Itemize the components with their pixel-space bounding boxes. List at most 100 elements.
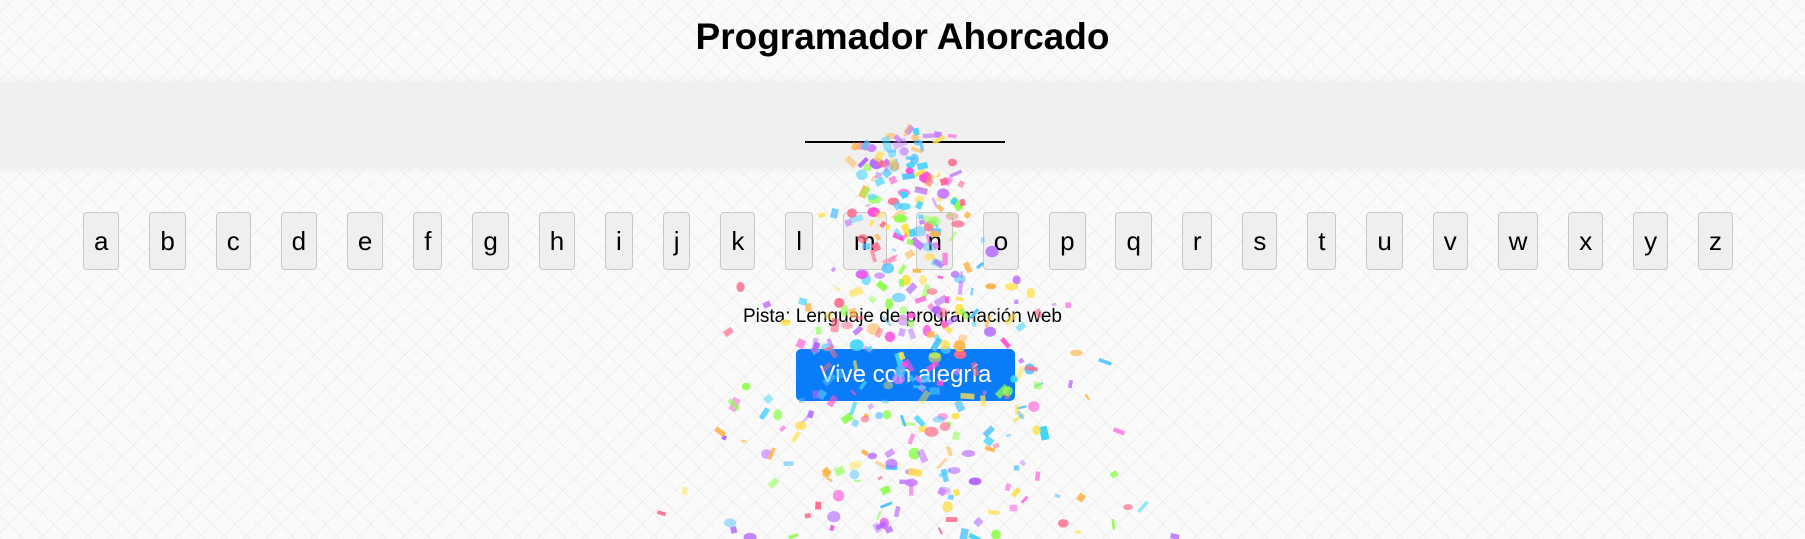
confetti-piece xyxy=(1076,492,1087,503)
confetti-piece xyxy=(937,527,943,535)
confetti-piece xyxy=(952,431,960,441)
confetti-piece xyxy=(912,168,926,179)
confetti-piece xyxy=(1170,533,1180,539)
confetti-piece xyxy=(804,512,812,519)
letter-key-y[interactable]: y xyxy=(1633,212,1669,270)
letter-key-t[interactable]: t xyxy=(1307,212,1337,270)
confetti-piece xyxy=(880,485,892,496)
play-again-button[interactable]: Vive con alegría xyxy=(796,349,1015,401)
confetti-piece xyxy=(952,488,961,497)
confetti-piece xyxy=(926,288,938,295)
confetti-piece xyxy=(1000,337,1012,349)
letter-key-c[interactable]: c xyxy=(215,212,251,270)
confetti-piece xyxy=(1004,483,1012,492)
confetti-piece xyxy=(656,510,667,517)
letter-key-q[interactable]: q xyxy=(1115,212,1152,270)
confetti-piece xyxy=(893,506,901,518)
letter-key-z[interactable]: z xyxy=(1697,212,1733,270)
confetti-piece xyxy=(992,442,1000,449)
confetti-piece xyxy=(950,196,964,212)
confetti-piece xyxy=(884,331,896,343)
confetti-piece xyxy=(885,464,898,471)
confetti-piece xyxy=(826,476,833,483)
letter-key-f[interactable]: f xyxy=(413,212,443,270)
confetti-piece xyxy=(913,414,926,428)
confetti-piece xyxy=(891,292,906,303)
letter-key-j[interactable]: j xyxy=(662,212,691,270)
confetti-piece xyxy=(876,511,882,521)
letter-key-s[interactable]: s xyxy=(1242,212,1278,270)
confetti-piece xyxy=(851,418,860,428)
letter-key-d[interactable]: d xyxy=(280,212,318,270)
confetti-piece xyxy=(870,175,877,182)
letter-key-m[interactable]: m xyxy=(842,212,887,270)
letter-key-i[interactable]: i xyxy=(605,212,633,270)
confetti-piece xyxy=(1032,425,1041,436)
letter-key-b[interactable]: b xyxy=(149,212,186,270)
confetti-piece xyxy=(936,172,941,179)
confetti-piece xyxy=(924,426,939,437)
letter-key-k[interactable]: k xyxy=(720,212,756,270)
letter-key-r[interactable]: r xyxy=(1181,212,1213,270)
word-display-band xyxy=(0,82,1805,168)
confetti-piece xyxy=(905,282,918,295)
confetti-piece xyxy=(968,532,982,539)
confetti-piece xyxy=(879,517,889,529)
confetti-piece xyxy=(931,197,938,208)
letter-key-v[interactable]: v xyxy=(1432,212,1468,270)
confetti-piece xyxy=(1014,299,1019,305)
confetti-piece xyxy=(943,176,954,187)
letter-key-a[interactable]: a xyxy=(83,212,120,270)
letter-key-x[interactable]: x xyxy=(1568,212,1604,270)
letter-key-p[interactable]: p xyxy=(1049,212,1086,270)
confetti-piece xyxy=(919,171,932,184)
confetti-piece xyxy=(767,477,780,490)
confetti-piece xyxy=(1016,405,1027,410)
confetti-piece xyxy=(1033,381,1042,390)
letter-key-e[interactable]: e xyxy=(346,212,384,270)
letter-key-n[interactable]: n xyxy=(916,212,953,270)
confetti-piece xyxy=(936,203,945,213)
confetti-piece xyxy=(832,489,845,502)
confetti-piece xyxy=(867,452,878,460)
confetti-piece xyxy=(790,430,801,443)
confetti-piece xyxy=(812,337,819,348)
letter-key-l[interactable]: l xyxy=(785,212,814,270)
confetti-piece xyxy=(958,334,968,342)
letter-key-w[interactable]: w xyxy=(1497,212,1539,270)
confetti-piece xyxy=(1028,401,1040,412)
confetti-piece xyxy=(897,203,911,211)
confetti-piece xyxy=(939,177,949,187)
letter-key-o[interactable]: o xyxy=(982,212,1020,270)
confetti-piece xyxy=(875,521,887,531)
confetti-piece xyxy=(936,196,943,202)
confetti-piece xyxy=(914,186,928,195)
confetti-piece xyxy=(959,198,966,207)
confetti-piece xyxy=(915,200,924,210)
confetti-piece xyxy=(871,522,883,534)
confetti-piece xyxy=(907,327,917,340)
confetti-piece xyxy=(743,532,757,539)
confetti-piece xyxy=(855,269,869,279)
confetti-piece xyxy=(918,424,928,433)
confetti-piece xyxy=(916,448,929,464)
confetti-piece xyxy=(983,435,995,447)
confetti-piece xyxy=(833,465,846,477)
confetti-piece xyxy=(736,281,745,293)
confetti-piece xyxy=(957,280,964,295)
confetti-piece xyxy=(1057,519,1069,528)
letter-key-g[interactable]: g xyxy=(472,212,509,270)
confetti-piece xyxy=(867,195,882,204)
confetti-piece xyxy=(926,331,936,338)
confetti-piece xyxy=(1006,433,1012,437)
letter-key-h[interactable]: h xyxy=(538,212,576,270)
confetti-piece xyxy=(892,200,903,211)
confetti-piece xyxy=(779,425,787,432)
confetti-piece xyxy=(954,399,966,413)
confetti-piece xyxy=(914,295,927,304)
confetti-piece xyxy=(762,393,774,405)
letter-key-u[interactable]: u xyxy=(1366,212,1403,270)
confetti-piece xyxy=(859,186,871,199)
confetti-piece xyxy=(955,296,964,302)
confetti-piece xyxy=(741,439,748,443)
